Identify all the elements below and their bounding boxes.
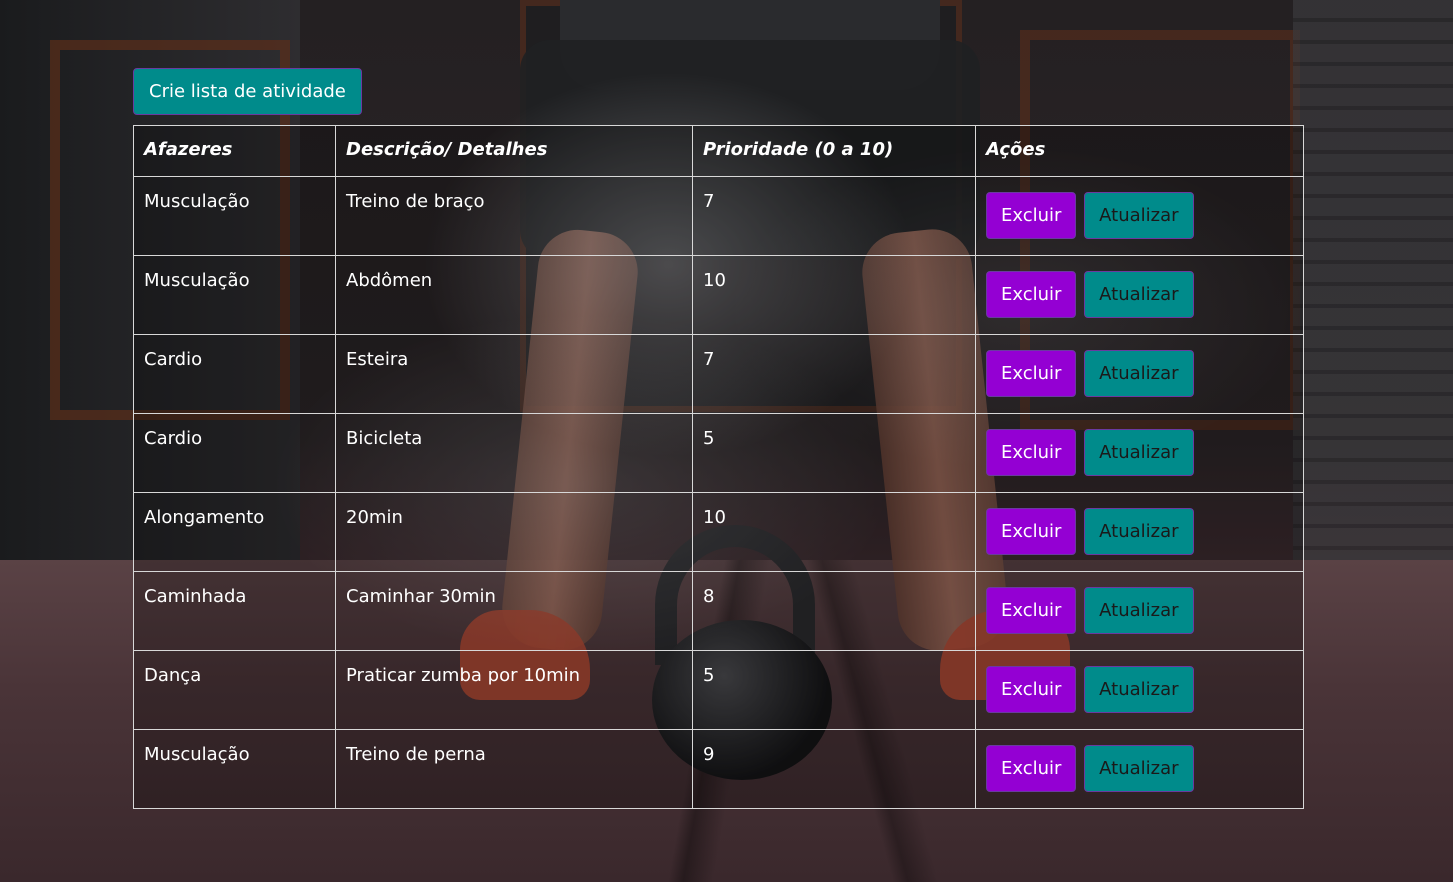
actions-cell: Excluir Atualizar xyxy=(975,571,1304,651)
create-activity-list-button[interactable]: Crie lista de atividade xyxy=(133,68,362,115)
priority-cell: 8 xyxy=(692,571,976,651)
table-header-row: Afazeres Descrição/ Detalhes Prioridade … xyxy=(133,125,1304,177)
actions-cell: Excluir Atualizar xyxy=(975,334,1304,414)
delete-button[interactable]: Excluir xyxy=(986,192,1077,239)
delete-button[interactable]: Excluir xyxy=(986,587,1077,634)
delete-button[interactable]: Excluir xyxy=(986,666,1077,713)
priority-cell: 10 xyxy=(692,492,976,572)
details-cell: 20min xyxy=(335,492,693,572)
priority-cell: 7 xyxy=(692,334,976,414)
update-button[interactable]: Atualizar xyxy=(1084,271,1194,318)
actions-cell: Excluir Atualizar xyxy=(975,255,1304,335)
priority-cell: 5 xyxy=(692,413,976,493)
delete-button[interactable]: Excluir xyxy=(986,271,1077,318)
delete-button[interactable]: Excluir xyxy=(986,429,1077,476)
table-row: Musculação Treino de braço 7 Excluir Atuali… xyxy=(133,176,1304,256)
priority-cell: 7 xyxy=(692,176,976,256)
task-cell: Musculação xyxy=(133,255,336,335)
update-button[interactable]: Atualizar xyxy=(1084,192,1194,239)
update-button[interactable]: Atualizar xyxy=(1084,429,1194,476)
priority-cell: 9 xyxy=(692,729,976,809)
table-row: Musculação Abdômen 10 Excluir Atualizar xyxy=(133,255,1304,335)
table-row: Dança Praticar zumba por 10min 5 Excluir At… xyxy=(133,650,1304,730)
table-row: Alongamento 20min 10 Excluir Atualizar xyxy=(133,492,1304,572)
details-cell: Treino de perna xyxy=(335,729,693,809)
details-cell: Bicicleta xyxy=(335,413,693,493)
header-descricao: Descrição/ Detalhes xyxy=(335,125,693,177)
actions-cell: Excluir Atualizar xyxy=(975,492,1304,572)
details-cell: Treino de braço xyxy=(335,176,693,256)
actions-cell: Excluir Atualizar xyxy=(975,729,1304,809)
delete-button[interactable]: Excluir xyxy=(986,508,1077,555)
task-cell: Musculação xyxy=(133,176,336,256)
delete-button[interactable]: Excluir xyxy=(986,350,1077,397)
details-cell: Esteira xyxy=(335,334,693,414)
details-cell: Caminhar 30min xyxy=(335,571,693,651)
task-cell: Cardio xyxy=(133,413,336,493)
actions-cell: Excluir Atualizar xyxy=(975,176,1304,256)
task-cell: Musculação xyxy=(133,729,336,809)
priority-cell: 10 xyxy=(692,255,976,335)
activities-table: Afazeres Descrição/ Detalhes Prioridade … xyxy=(133,125,1304,809)
table-row: Musculação Treino de perna 9 Excluir Atuali… xyxy=(133,729,1304,809)
task-cell: Dança xyxy=(133,650,336,730)
table-row: Cardio Bicicleta 5 Excluir Atualizar xyxy=(133,413,1304,493)
details-cell: Praticar zumba por 10min xyxy=(335,650,693,730)
actions-cell: Excluir Atualizar xyxy=(975,413,1304,493)
update-button[interactable]: Atualizar xyxy=(1084,350,1194,397)
update-button[interactable]: Atualizar xyxy=(1084,508,1194,555)
priority-cell: 5 xyxy=(692,650,976,730)
update-button[interactable]: Atualizar xyxy=(1084,666,1194,713)
update-button[interactable]: Atualizar xyxy=(1084,745,1194,792)
actions-cell: Excluir Atualizar xyxy=(975,650,1304,730)
task-cell: Alongamento xyxy=(133,492,336,572)
header-prioridade: Prioridade (0 a 10) xyxy=(692,125,976,177)
details-cell: Abdômen xyxy=(335,255,693,335)
delete-button[interactable]: Excluir xyxy=(986,745,1077,792)
table-row: Caminhada Caminhar 30min 8 Excluir Atualiza… xyxy=(133,571,1304,651)
header-afazeres: Afazeres xyxy=(133,125,336,177)
header-acoes: Ações xyxy=(975,125,1304,177)
update-button[interactable]: Atualizar xyxy=(1084,587,1194,634)
task-cell: Cardio xyxy=(133,334,336,414)
table-row: Cardio Esteira 7 Excluir Atualizar xyxy=(133,334,1304,414)
task-cell: Caminhada xyxy=(133,571,336,651)
